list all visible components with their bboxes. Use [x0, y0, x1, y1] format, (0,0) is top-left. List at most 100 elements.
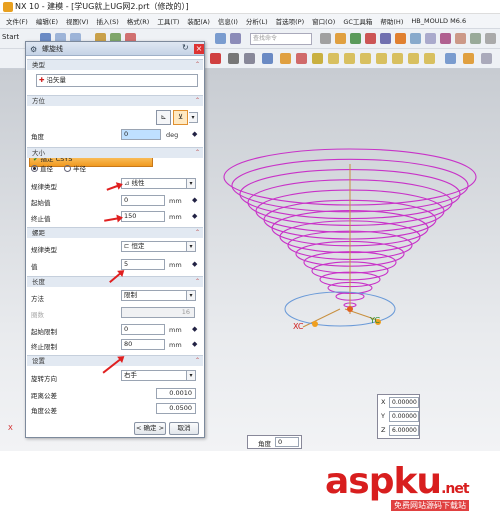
direction-select[interactable]: 右手 [121, 370, 187, 381]
menu-tools[interactable]: 工具(T) [153, 16, 183, 26]
angle-tol-input[interactable]: 0.0500 [156, 403, 196, 414]
size-end-value: 150 [124, 212, 137, 220]
select-filter-icon[interactable] [210, 53, 221, 64]
cube-icon[interactable] [262, 53, 273, 64]
direction-dropdown-icon[interactable]: ▾ [187, 370, 196, 381]
menu-insert[interactable]: 插入(S) [93, 16, 123, 26]
section-size[interactable]: 大小 ⌃ [27, 147, 203, 158]
size-end-options-icon[interactable]: ◆ [192, 212, 197, 220]
length-method-select[interactable]: 限制 [121, 290, 187, 301]
reset-icon[interactable]: ↻ [182, 43, 189, 52]
layer-icon[interactable] [380, 33, 391, 44]
coord-z-input[interactable]: 6.00000 [389, 425, 419, 436]
render-icon[interactable] [350, 33, 361, 44]
length-end-options-icon[interactable]: ◆ [192, 340, 197, 348]
command-search-input[interactable]: 查找命令 [250, 33, 312, 45]
box-select-icon[interactable] [244, 53, 255, 64]
size-law-select[interactable]: ⊿ 线性 [121, 178, 187, 189]
coord-y-value: 0.00000 [392, 413, 417, 420]
start-button[interactable]: Start [2, 33, 19, 41]
pitch-law-select[interactable]: ⊏ 恒定 [121, 241, 187, 252]
menu-assembly[interactable]: 装配(A) [183, 16, 214, 26]
help-icon[interactable] [230, 33, 241, 44]
dist-tol-input[interactable]: 0.0010 [156, 388, 196, 399]
size-law-dropdown-icon[interactable]: ▾ [187, 178, 196, 189]
color-icon[interactable] [440, 33, 451, 44]
snap-quad-icon[interactable] [408, 53, 419, 64]
orient-icon[interactable] [395, 33, 406, 44]
menu-hb-mould[interactable]: HB_MOULD M6.6 [407, 17, 470, 25]
angle-options-icon[interactable]: ◆ [192, 130, 197, 138]
menu-edit[interactable]: 编辑(E) [32, 16, 62, 26]
dialog-header: ⚙ 螺旋线 ↻ × [26, 42, 204, 56]
option-icon[interactable] [470, 33, 481, 44]
fit-icon[interactable] [410, 33, 421, 44]
length-end-input[interactable]: 80 [121, 339, 165, 350]
close-icon[interactable]: × [194, 44, 204, 54]
coord-z-label: Z [381, 426, 386, 434]
menu-format[interactable]: 格式(R) [123, 16, 154, 26]
more-icon[interactable] [485, 33, 496, 44]
snap-end-icon[interactable] [344, 53, 355, 64]
direction-value: 右手 [124, 371, 137, 379]
window-title: NX 10 - 建模 - [学UG就上UG网2.prt（修改的）] [15, 2, 189, 11]
size-start-options-icon[interactable]: ◆ [192, 196, 197, 204]
length-start-value: 0 [124, 325, 129, 333]
snap-mid-icon[interactable] [360, 53, 371, 64]
gear-icon[interactable]: ⚙ [30, 45, 37, 54]
annotation-arrow [106, 184, 121, 191]
pitch-options-icon[interactable]: ◆ [192, 260, 197, 268]
length-start-options-icon[interactable]: ◆ [192, 325, 197, 333]
type-select[interactable]: ✚ 沿矢量 [36, 74, 198, 87]
turns-label: 圈数 [31, 311, 44, 319]
wcs-icon[interactable] [463, 53, 474, 64]
snap-center-icon[interactable] [392, 53, 403, 64]
coord-x-input[interactable]: 0.00000 [389, 397, 419, 408]
view-icon[interactable] [320, 33, 331, 44]
angle-readout-label: 角度 [258, 440, 271, 448]
origin-handle [347, 306, 353, 312]
snap-point-icon[interactable] [376, 53, 387, 64]
cancel-button[interactable]: 取消 [169, 422, 199, 435]
length-method-dropdown-icon[interactable]: ▾ [187, 290, 196, 301]
size-start-input[interactable]: 0 [121, 195, 165, 206]
menu-window[interactable]: 窗口(O) [308, 16, 339, 26]
pitch-law-dropdown-icon[interactable]: ▾ [187, 241, 196, 252]
pitch-value-input[interactable]: 5 [121, 259, 165, 270]
view-cube-icon[interactable] [445, 53, 456, 64]
section-pitch[interactable]: 螺距 ⌃ [27, 227, 203, 238]
angle-readout-input[interactable]: 0 [275, 437, 299, 447]
snap-icon[interactable] [425, 33, 436, 44]
menu-gc-toolbox[interactable]: GC工具箱 [339, 16, 376, 26]
filter-icon[interactable] [481, 53, 492, 64]
menu-preferences[interactable]: 首选项(P) [272, 16, 309, 26]
edge-icon[interactable] [312, 53, 323, 64]
face-icon[interactable] [296, 53, 307, 64]
section-type[interactable]: 类型 ⌃ [27, 59, 203, 70]
angle-unit: deg [166, 131, 179, 139]
section-orient[interactable]: 方位 ⌃ [27, 95, 203, 106]
menu-file[interactable]: 文件(F) [2, 16, 32, 26]
box-icon[interactable] [335, 33, 346, 44]
snap-intersect-icon[interactable] [424, 53, 435, 64]
window-icon[interactable] [215, 33, 226, 44]
coord-y-input[interactable]: 0.00000 [389, 411, 419, 422]
radius-radio[interactable]: 半径 [64, 163, 86, 173]
menu-analysis[interactable]: 分析(L) [242, 16, 272, 26]
csys-select-icon[interactable]: ⊻ [173, 110, 188, 125]
cursor-icon[interactable] [228, 53, 239, 64]
csys-dropdown-icon[interactable]: ▾ [189, 112, 198, 123]
size-end-input[interactable]: 150 [121, 211, 165, 222]
menu-help[interactable]: 帮助(H) [376, 16, 407, 26]
angle-input[interactable]: 0 [121, 129, 161, 140]
display-icon[interactable] [455, 33, 466, 44]
ok-button[interactable]: < 确定 > [134, 422, 166, 435]
solid-icon[interactable] [280, 53, 291, 64]
diameter-radio[interactable]: 直径 [31, 163, 53, 173]
menu-info[interactable]: 信息(I) [214, 16, 242, 26]
csys-dialog-icon[interactable]: ⊾ [156, 110, 171, 125]
menu-view[interactable]: 视图(V) [62, 16, 93, 26]
shade-icon[interactable] [365, 33, 376, 44]
length-start-input[interactable]: 0 [121, 324, 165, 335]
snap-line-icon[interactable] [328, 53, 339, 64]
